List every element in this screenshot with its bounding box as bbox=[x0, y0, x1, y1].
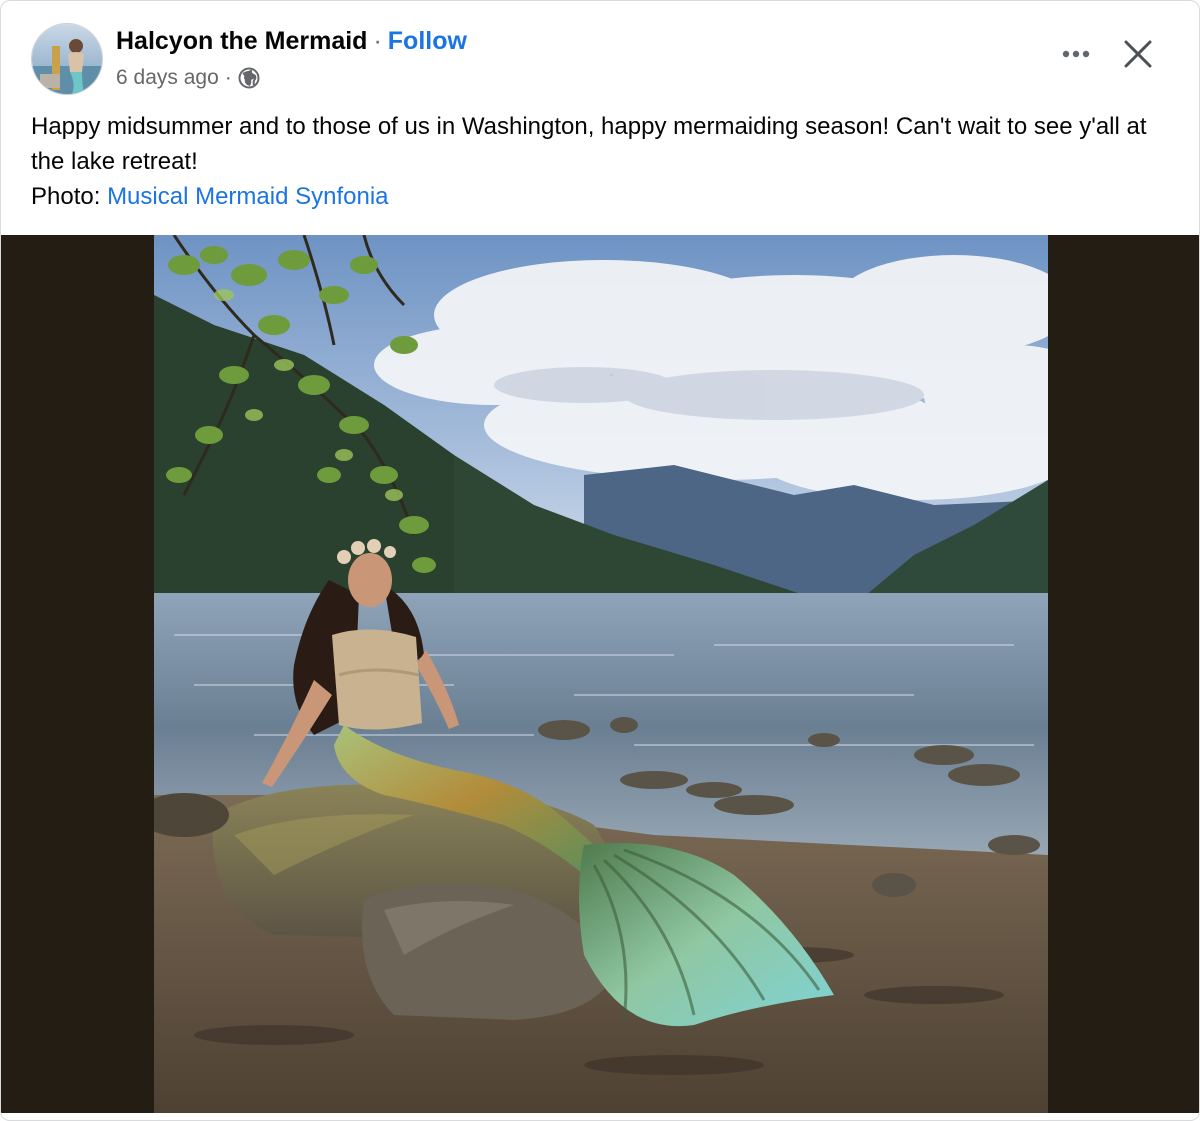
post-photo-container[interactable] bbox=[1, 235, 1199, 1113]
more-horizontal-icon bbox=[1062, 50, 1090, 58]
post-header: Halcyon the Mermaid · Follow 6 days ago · bbox=[1, 1, 1199, 101]
avatar-photo bbox=[32, 24, 102, 94]
profile-avatar[interactable] bbox=[31, 23, 103, 95]
author-line: Halcyon the Mermaid · Follow bbox=[116, 25, 467, 57]
author-name[interactable]: Halcyon the Mermaid bbox=[116, 27, 367, 55]
photo-credit-prefix: Photo: bbox=[31, 183, 108, 210]
follow-button[interactable]: Follow bbox=[388, 27, 467, 55]
post-timestamp[interactable]: 6 days ago bbox=[116, 63, 219, 93]
photo-credit: Photo: Musical Mermaid Synfonia bbox=[31, 179, 1171, 214]
post-body-text: Happy midsummer and to those of us in Wa… bbox=[31, 113, 1147, 175]
close-icon bbox=[1124, 40, 1152, 68]
post-meta: 6 days ago · bbox=[116, 63, 260, 93]
post-card: Halcyon the Mermaid · Follow 6 days ago · bbox=[0, 0, 1200, 1121]
meta-separator: · bbox=[224, 66, 232, 89]
photo-credit-link[interactable]: Musical Mermaid Synfonia bbox=[107, 183, 388, 210]
post-message: Happy midsummer and to those of us in Wa… bbox=[31, 109, 1171, 214]
close-button[interactable] bbox=[1115, 31, 1161, 77]
post-photo[interactable] bbox=[154, 235, 1048, 1113]
globe-icon bbox=[238, 67, 260, 89]
mermaid-lake-photo bbox=[154, 235, 1048, 1113]
more-options-button[interactable] bbox=[1053, 31, 1099, 77]
author-separator: · bbox=[373, 27, 382, 55]
